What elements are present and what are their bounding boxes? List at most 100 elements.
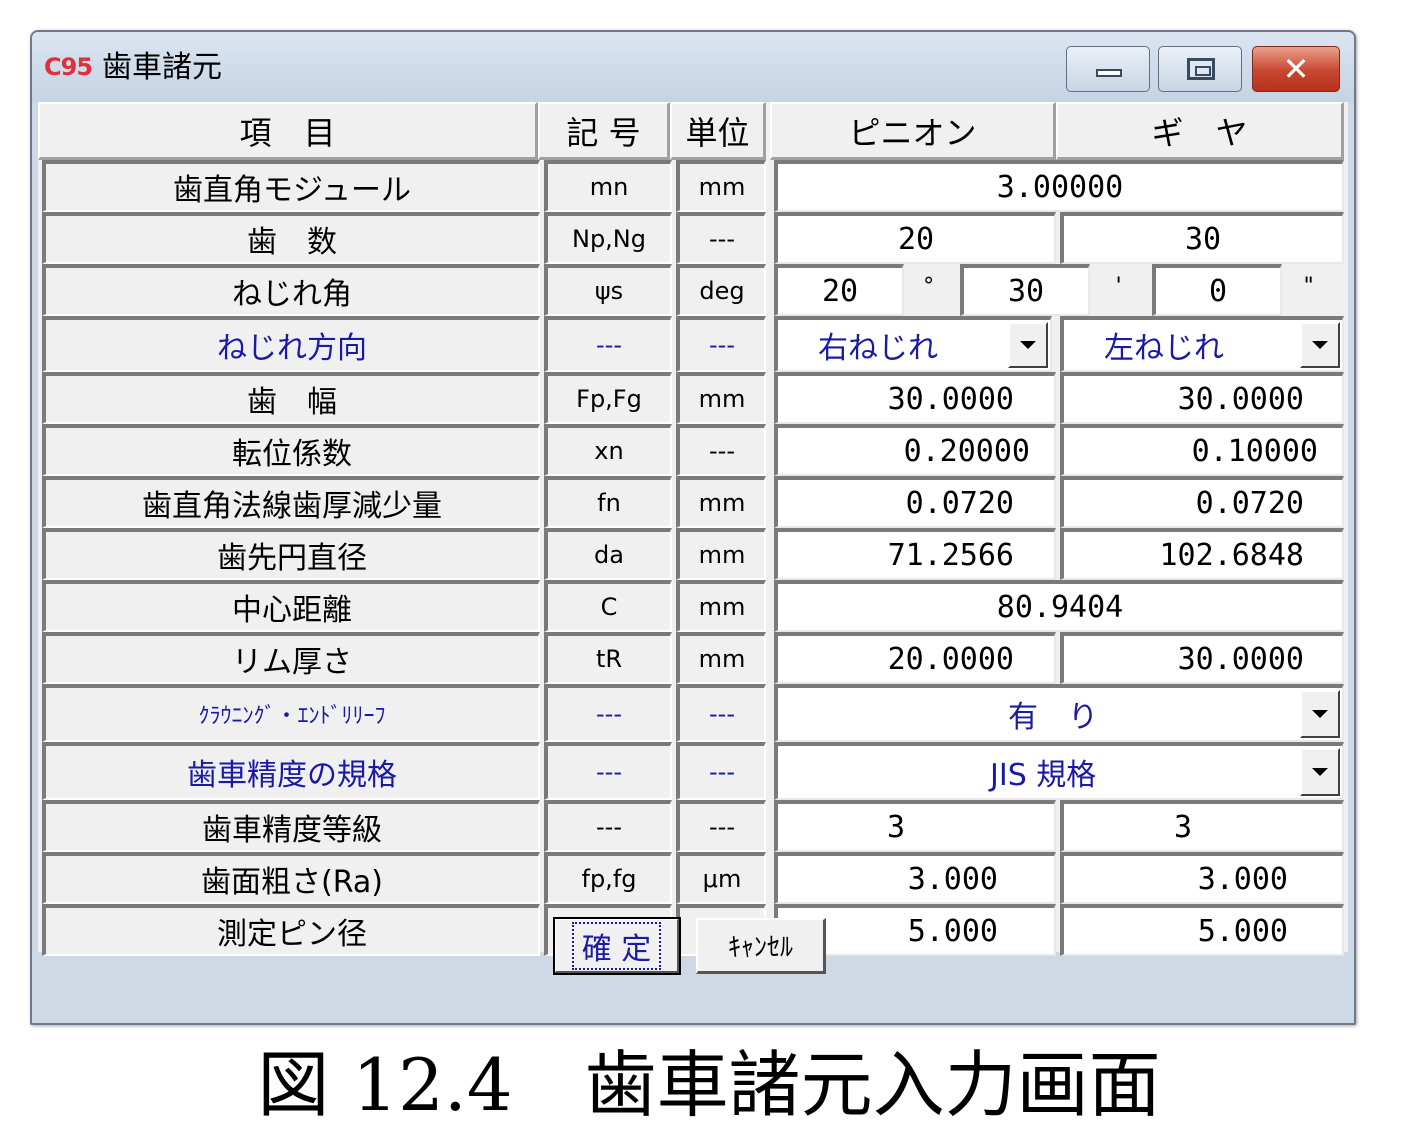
row-symbol: tR	[544, 632, 672, 684]
row-unit: mm	[676, 476, 766, 528]
pinion-face-width-input[interactable]: 30.0000	[774, 372, 1056, 424]
row-unit: mm	[676, 632, 766, 684]
gear-specs-window: C95 歯車諸元 ✕ 項 目 記 号 単位 ピニオン ギ ヤ 歯直角モジュール …	[30, 30, 1356, 1025]
row-helix-angle: ねじれ角 ψs deg 20 ° 30 ' 0 "	[38, 264, 1348, 316]
row-symbol: Fp,Fg	[544, 372, 672, 424]
gear-rim-thickness-input[interactable]: 30.0000	[1060, 632, 1344, 684]
row-face-width: 歯 幅 Fp,Fg mm 30.0000 30.0000	[38, 372, 1348, 424]
header-pinion: ピニオン	[770, 102, 1056, 160]
helix-degrees-input[interactable]: 20	[774, 264, 904, 316]
row-label: 中心距離	[42, 580, 540, 632]
module-input[interactable]: 3.00000	[774, 160, 1344, 212]
pinion-rim-thickness-input[interactable]: 20.0000	[774, 632, 1056, 684]
row-profile-shift: 転位係数 xn --- 0.20000 0.10000	[38, 424, 1348, 476]
row-accuracy-standard: 歯車精度の規格 --- --- JIS 規格	[38, 742, 1348, 800]
row-unit: ---	[676, 316, 766, 372]
gear-roughness-input[interactable]: 3.000	[1060, 852, 1344, 904]
row-center-distance: 中心距離 C mm 80.9404	[38, 580, 1348, 632]
row-symbol: ψs	[544, 264, 672, 316]
pinion-teeth-input[interactable]: 20	[774, 212, 1056, 264]
row-unit: mm	[676, 372, 766, 424]
row-unit: ---	[676, 684, 766, 742]
row-label: ｸﾗｳﾆﾝｸﾞ・ｴﾝﾄﾞﾘﾘｰﾌ	[42, 684, 540, 742]
row-label: 歯先円直径	[42, 528, 540, 580]
select-value: 左ねじれ	[1104, 331, 1224, 366]
gear-tip-diameter-input[interactable]: 102.6848	[1060, 528, 1344, 580]
app-icon: C95	[44, 53, 93, 81]
row-label: 歯 数	[42, 212, 540, 264]
chevron-down-icon[interactable]	[1300, 322, 1340, 368]
center-distance-input[interactable]: 80.9404	[774, 580, 1344, 632]
row-label: 歯直角モジュール	[42, 160, 540, 212]
row-symbol: ---	[544, 742, 672, 800]
row-unit: mm	[676, 160, 766, 212]
row-tip-diameter: 歯先円直径 da mm 71.2566 102.6848	[38, 528, 1348, 580]
row-rim-thickness: リム厚さ tR mm 20.0000 30.0000	[38, 632, 1348, 684]
pinion-roughness-input[interactable]: 3.000	[774, 852, 1056, 904]
row-symbol: xn	[544, 424, 672, 476]
maximize-button[interactable]	[1158, 46, 1242, 92]
select-value: JIS 規格	[990, 758, 1097, 793]
row-label: 歯車精度の規格	[42, 742, 540, 800]
chevron-down-icon[interactable]	[1300, 748, 1340, 796]
pinion-tip-diameter-input[interactable]: 71.2566	[774, 528, 1056, 580]
gear-teeth-input[interactable]: 30	[1060, 212, 1344, 264]
gear-thickness-input[interactable]: 0.0720	[1060, 476, 1344, 528]
gear-face-width-input[interactable]: 30.0000	[1060, 372, 1344, 424]
title-bar[interactable]: C95 歯車諸元 ✕	[32, 32, 1354, 102]
helix-minutes-input[interactable]: 30	[960, 264, 1090, 316]
row-helix-direction: ねじれ方向 --- --- 右ねじれ 左ねじれ	[38, 316, 1348, 372]
helix-seconds-input[interactable]: 0	[1152, 264, 1282, 316]
row-unit: mm	[676, 580, 766, 632]
row-label: 歯 幅	[42, 372, 540, 424]
row-unit: mm	[676, 528, 766, 580]
chevron-down-icon[interactable]	[1008, 322, 1048, 368]
pinion-helix-direction-select[interactable]: 右ねじれ	[774, 316, 1052, 372]
header-unit: 単位	[670, 102, 766, 160]
row-label: ねじれ方向	[42, 316, 540, 372]
pinion-thickness-input[interactable]: 0.0720	[774, 476, 1056, 528]
row-symbol: fp,fg	[544, 852, 672, 904]
row-unit: ---	[676, 800, 766, 852]
row-label: 歯直角法線歯厚減少量	[42, 476, 540, 528]
second-mark: "	[1302, 274, 1316, 299]
window-title: 歯車諸元	[102, 50, 222, 85]
header-gear: ギ ヤ	[1056, 102, 1344, 160]
degree-mark: °	[922, 274, 936, 299]
pinion-shift-input[interactable]: 0.20000	[774, 424, 1056, 476]
crowning-select[interactable]: 有 り	[774, 684, 1344, 742]
row-normal-module: 歯直角モジュール mn mm 3.00000	[38, 160, 1348, 212]
minimize-button[interactable]	[1066, 46, 1150, 92]
row-symbol: Np,Ng	[544, 212, 672, 264]
gear-helix-direction-select[interactable]: 左ねじれ	[1060, 316, 1344, 372]
accuracy-standard-select[interactable]: JIS 規格	[774, 742, 1344, 800]
row-symbol: fn	[544, 476, 672, 528]
row-label: 測定ピン径	[42, 904, 540, 956]
row-symbol: ---	[544, 684, 672, 742]
row-symbol: da	[544, 528, 672, 580]
row-pin-diameter: 測定ピン径 dp mm 5.000 5.000	[38, 904, 1348, 956]
row-symbol: mn	[544, 160, 672, 212]
row-symbol: C	[544, 580, 672, 632]
row-number-of-teeth: 歯 数 Np,Ng --- 20 30	[38, 212, 1348, 264]
confirm-label: 確 定	[571, 921, 662, 970]
row-unit: ---	[676, 742, 766, 800]
cancel-button[interactable]: ｷｬﾝｾﾙ	[696, 918, 826, 974]
gear-grade-input[interactable]: 3	[1060, 800, 1344, 852]
row-surface-roughness: 歯面粗さ(Ra) fp,fg μm 3.000 3.000	[38, 852, 1348, 904]
gear-shift-input[interactable]: 0.10000	[1060, 424, 1344, 476]
select-value: 有 り	[1008, 700, 1098, 735]
row-accuracy-grade: 歯車精度等級 --- --- 3 3	[38, 800, 1348, 852]
confirm-button[interactable]: 確 定	[553, 917, 681, 975]
close-button[interactable]: ✕	[1252, 46, 1340, 92]
header-item: 項 目	[38, 102, 538, 160]
chevron-down-icon[interactable]	[1300, 690, 1340, 738]
row-crowning-end-relief: ｸﾗｳﾆﾝｸﾞ・ｴﾝﾄﾞﾘﾘｰﾌ --- --- 有 り	[38, 684, 1348, 742]
maximize-icon	[1187, 58, 1215, 80]
row-label: 歯面粗さ(Ra)	[42, 852, 540, 904]
header-symbol: 記 号	[538, 102, 670, 160]
pinion-grade-input[interactable]: 3	[774, 800, 1056, 852]
gear-pin-diameter-input[interactable]: 5.000	[1060, 904, 1344, 956]
header-row: 項 目 記 号 単位 ピニオン ギ ヤ	[38, 102, 1348, 160]
form-body: 項 目 記 号 単位 ピニオン ギ ヤ 歯直角モジュール mn mm 3.000…	[38, 102, 1348, 956]
